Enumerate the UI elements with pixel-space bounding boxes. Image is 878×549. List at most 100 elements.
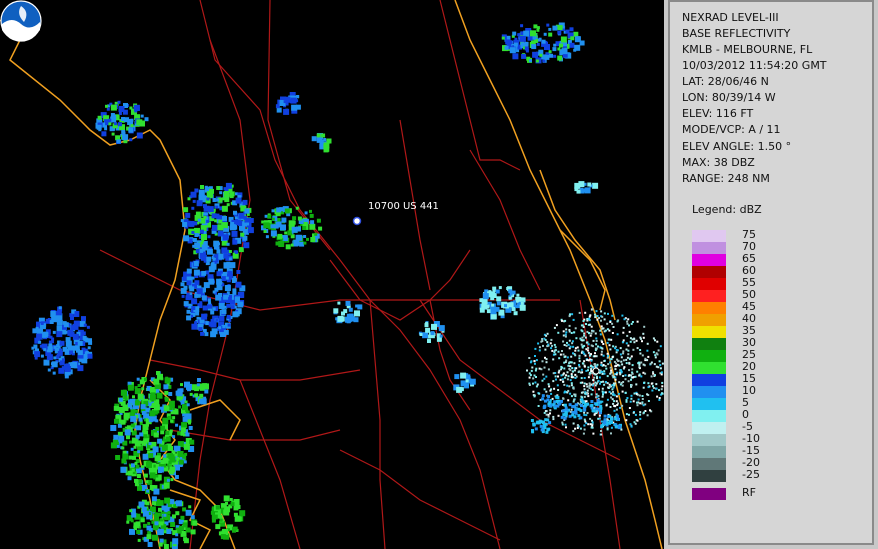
- clutter-pixel: [622, 352, 625, 355]
- clutter-pixel: [570, 408, 573, 411]
- echo-pixel: [135, 409, 139, 413]
- clutter-pixel: [603, 318, 606, 321]
- echo-pixel: [143, 439, 148, 444]
- radar-map[interactable]: 10700 US 441: [0, 0, 664, 549]
- clutter-pixel: [556, 384, 559, 387]
- clutter-pixel: [629, 423, 632, 426]
- clutter-pixel: [583, 418, 586, 421]
- clutter-pixel: [534, 355, 536, 357]
- echo-pixel: [131, 512, 137, 518]
- clutter-pixel: [589, 417, 592, 420]
- clutter-pixel: [578, 363, 580, 366]
- echo-pixel: [157, 466, 164, 473]
- clutter-pixel: [564, 423, 567, 426]
- clutter-pixel: [614, 347, 616, 350]
- clutter-pixel: [569, 392, 572, 395]
- clutter-pixel: [581, 339, 584, 342]
- echo-pixel: [603, 414, 607, 418]
- clutter-pixel: [596, 315, 599, 317]
- echo-pixel: [579, 416, 583, 420]
- clutter-pixel: [643, 381, 646, 384]
- echo-pixel: [536, 26, 540, 30]
- clutter-pixel: [608, 390, 611, 393]
- echo-pixel: [134, 478, 138, 483]
- clutter-pixel: [608, 344, 611, 347]
- echo-pixel: [183, 207, 189, 213]
- clutter-pixel: [562, 380, 565, 383]
- echo-pixel: [115, 455, 121, 460]
- clutter-pixel: [549, 389, 552, 392]
- location-pin-icon[interactable]: [352, 216, 362, 226]
- echo-pixel: [182, 222, 188, 227]
- echo-pixel: [185, 212, 191, 218]
- clutter-pixel: [624, 391, 627, 394]
- clutter-pixel: [628, 361, 631, 364]
- clutter-pixel: [586, 341, 589, 344]
- echo-pixel: [246, 222, 249, 226]
- echo-pixel: [43, 359, 50, 366]
- echo-pixel: [218, 303, 225, 309]
- clutter-pixel: [592, 432, 595, 435]
- clutter-pixel: [636, 419, 639, 422]
- clutter-pixel: [594, 332, 597, 335]
- legend-entry: -25: [692, 468, 802, 482]
- echo-pixel: [225, 501, 228, 505]
- echo-pixel: [83, 323, 87, 327]
- echo-pixel: [77, 350, 83, 356]
- clutter-pixel: [606, 352, 609, 355]
- clutter-pixel: [593, 413, 596, 416]
- clutter-pixel: [643, 411, 645, 414]
- clutter-pixel: [620, 356, 623, 359]
- echo-pixel: [168, 469, 174, 475]
- echo-pixel: [216, 198, 220, 202]
- clutter-pixel: [569, 369, 572, 372]
- echo-pixel: [291, 104, 298, 111]
- clutter-pixel: [610, 371, 613, 374]
- clutter-pixel: [579, 381, 582, 384]
- echo-pixel: [544, 54, 550, 60]
- clutter-pixel: [550, 392, 553, 395]
- clutter-pixel: [588, 315, 591, 318]
- echo-pixel: [560, 415, 564, 419]
- clutter-pixel: [535, 385, 538, 388]
- clutter-pixel: [646, 349, 649, 352]
- echo-pixel: [235, 296, 240, 302]
- clutter-pixel: [555, 378, 557, 381]
- clutter-pixel: [594, 384, 597, 387]
- echo-pixel: [221, 309, 227, 315]
- clutter-pixel: [550, 347, 553, 350]
- clutter-pixel: [636, 347, 639, 350]
- echo-pixel: [147, 542, 153, 547]
- echo-pixel: [140, 518, 145, 523]
- clutter-pixel: [580, 329, 583, 332]
- clutter-pixel: [574, 347, 577, 350]
- echo-pixel: [180, 515, 185, 520]
- road: [369, 299, 386, 549]
- echo-pixel: [491, 303, 495, 307]
- echo-pixel: [541, 39, 546, 44]
- echo-pixel: [582, 406, 586, 410]
- clutter-pixel: [630, 425, 633, 428]
- echo-pixel: [197, 378, 201, 382]
- clutter-pixel: [628, 358, 631, 361]
- echo-pixel: [135, 521, 141, 527]
- clutter-pixel: [563, 383, 566, 386]
- clutter-pixel: [572, 430, 575, 433]
- clutter-pixel: [580, 343, 583, 346]
- echo-pixel: [73, 320, 80, 327]
- echo-pixel: [270, 224, 275, 229]
- echo-pixel: [218, 219, 223, 224]
- clutter-pixel: [647, 382, 650, 385]
- clutter-pixel: [639, 413, 642, 416]
- coastline: [454, 0, 663, 549]
- echo-pixel: [568, 403, 572, 407]
- clutter-pixel: [543, 411, 546, 414]
- clutter-pixel: [565, 374, 568, 377]
- echo-pixel: [519, 304, 526, 311]
- echo-pixel: [158, 542, 163, 547]
- echo-pixel: [58, 306, 62, 310]
- clutter-pixel: [660, 388, 663, 391]
- echo-pixel: [134, 400, 140, 406]
- echo-pixel: [67, 329, 74, 336]
- echo-pixel: [163, 513, 167, 517]
